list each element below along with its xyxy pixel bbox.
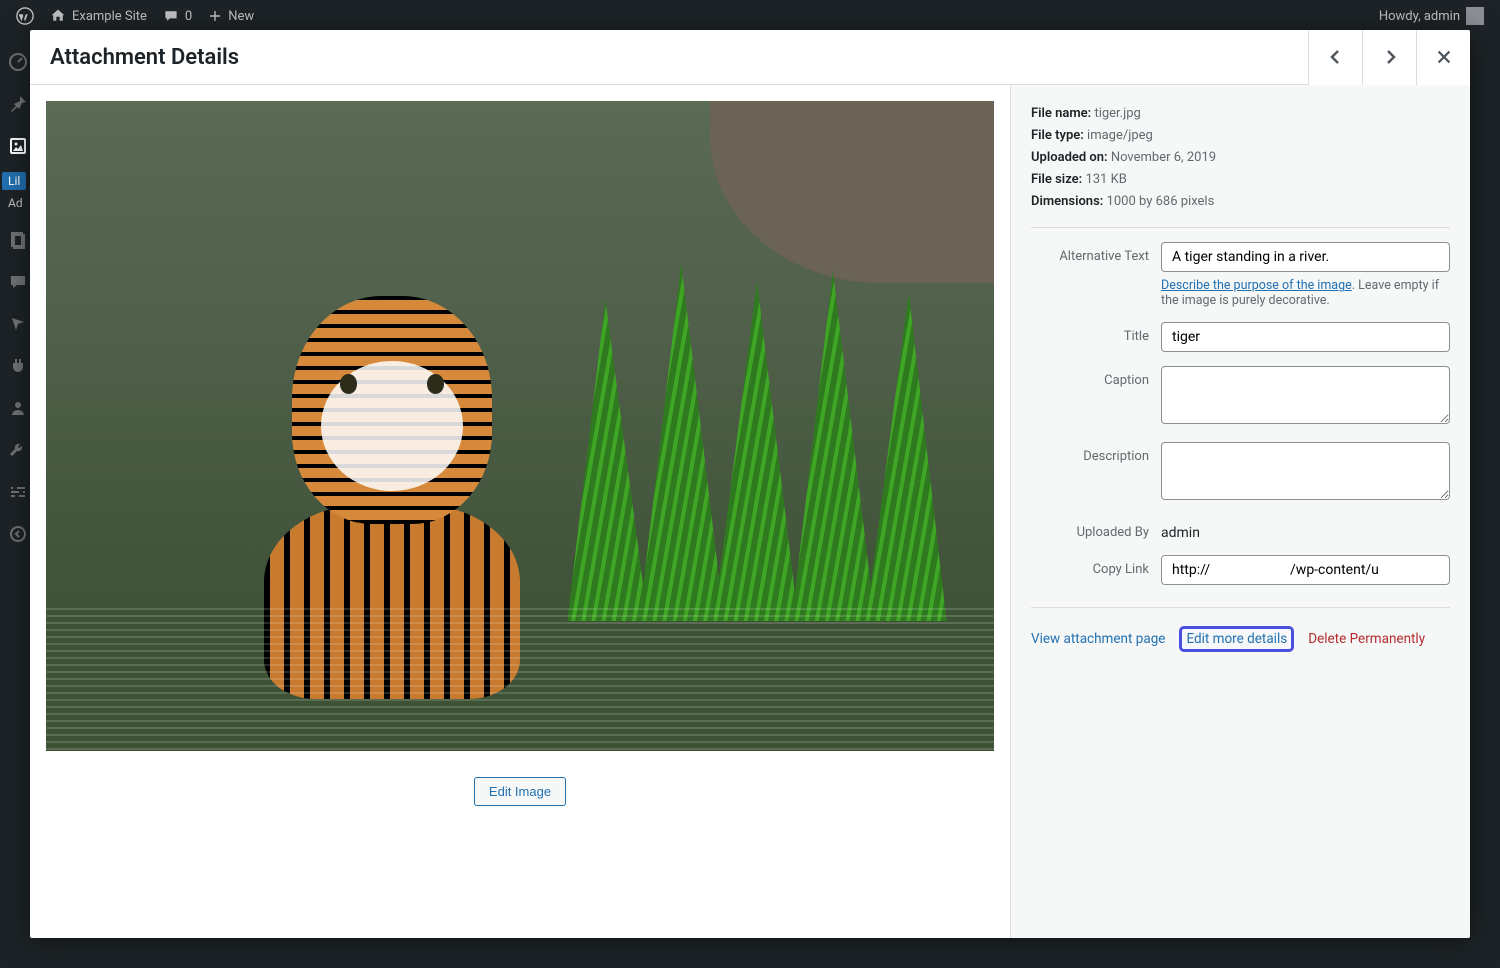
edit-more-details-link[interactable]: Edit more details: [1186, 631, 1287, 647]
alt-text-label: Alternative Text: [1031, 242, 1161, 264]
delete-permanently-link[interactable]: Delete Permanently: [1308, 631, 1425, 647]
alt-text-input[interactable]: [1161, 242, 1450, 272]
comment-icon: [163, 8, 179, 24]
wordpress-icon: [16, 7, 34, 25]
title-label: Title: [1031, 322, 1161, 344]
copy-link-input[interactable]: [1161, 555, 1450, 585]
plus-icon: [208, 9, 222, 23]
media-icon[interactable]: [8, 136, 28, 156]
pages-icon[interactable]: [8, 230, 28, 250]
alt-help-link[interactable]: Describe the purpose of the image: [1161, 278, 1352, 293]
comments-menu-icon[interactable]: [8, 272, 28, 292]
attachment-image: [46, 101, 994, 751]
caption-input[interactable]: [1161, 366, 1450, 424]
account-link[interactable]: Howdy, admin: [1371, 0, 1492, 32]
comments-link[interactable]: 0: [155, 0, 200, 32]
prev-attachment-button[interactable]: [1308, 30, 1362, 85]
home-icon: [50, 8, 66, 24]
wp-logo[interactable]: [8, 0, 42, 32]
attachment-details-modal: Attachment Details: [30, 30, 1470, 938]
close-modal-button[interactable]: [1416, 30, 1470, 85]
uploaded-by-label: Uploaded By: [1031, 518, 1161, 540]
close-icon: [1435, 48, 1453, 66]
dashboard-icon[interactable]: [8, 52, 28, 72]
edit-image-button[interactable]: Edit Image: [474, 777, 566, 806]
view-attachment-page-link[interactable]: View attachment page: [1031, 631, 1165, 647]
menu-fragment-2: Ad: [2, 194, 29, 212]
dimensions-value: 1000 by 686 pixels: [1107, 194, 1215, 209]
uploaded-on-value: November 6, 2019: [1111, 150, 1216, 165]
collapse-icon[interactable]: [8, 524, 28, 544]
avatar: [1466, 7, 1484, 25]
alt-help-text: Describe the purpose of the image. Leave…: [1161, 278, 1450, 308]
caption-label: Caption: [1031, 366, 1161, 388]
attachment-preview: Edit Image: [30, 85, 1010, 938]
description-input[interactable]: [1161, 442, 1450, 500]
settings-icon[interactable]: [8, 482, 28, 502]
details-sidebar: File name: tiger.jpg File type: image/jp…: [1010, 85, 1470, 938]
appearance-icon[interactable]: [8, 314, 28, 334]
edit-more-highlight: Edit more details: [1179, 626, 1294, 652]
file-type-value: image/jpeg: [1087, 128, 1153, 143]
chevron-right-icon: [1380, 47, 1400, 67]
description-label: Description: [1031, 442, 1161, 464]
tools-icon[interactable]: [8, 440, 28, 460]
comments-count: 0: [185, 9, 192, 24]
site-name: Example Site: [72, 9, 147, 24]
file-name-value: tiger.jpg: [1094, 106, 1140, 121]
uploaded-by-value: admin: [1161, 518, 1450, 541]
admin-bar: Example Site 0 New Howdy, admin: [0, 0, 1500, 32]
next-attachment-button[interactable]: [1362, 30, 1416, 85]
copy-link-label: Copy Link: [1031, 555, 1161, 577]
chevron-left-icon: [1326, 47, 1346, 67]
site-name-link[interactable]: Example Site: [42, 0, 155, 32]
modal-header: Attachment Details: [30, 30, 1470, 85]
file-meta: File name: tiger.jpg File type: image/jp…: [1031, 103, 1450, 228]
file-size-value: 131 KB: [1085, 172, 1126, 187]
menu-fragment-1: Lil: [2, 172, 26, 190]
plugins-icon[interactable]: [8, 356, 28, 376]
action-links: View attachment page Edit more details D…: [1031, 607, 1450, 652]
howdy-text: Howdy, admin: [1379, 9, 1460, 24]
pin-icon[interactable]: [8, 94, 28, 114]
modal-title: Attachment Details: [50, 45, 1308, 70]
new-label: New: [228, 9, 254, 24]
users-icon[interactable]: [8, 398, 28, 418]
title-input[interactable]: [1161, 322, 1450, 352]
new-content-link[interactable]: New: [200, 0, 262, 32]
